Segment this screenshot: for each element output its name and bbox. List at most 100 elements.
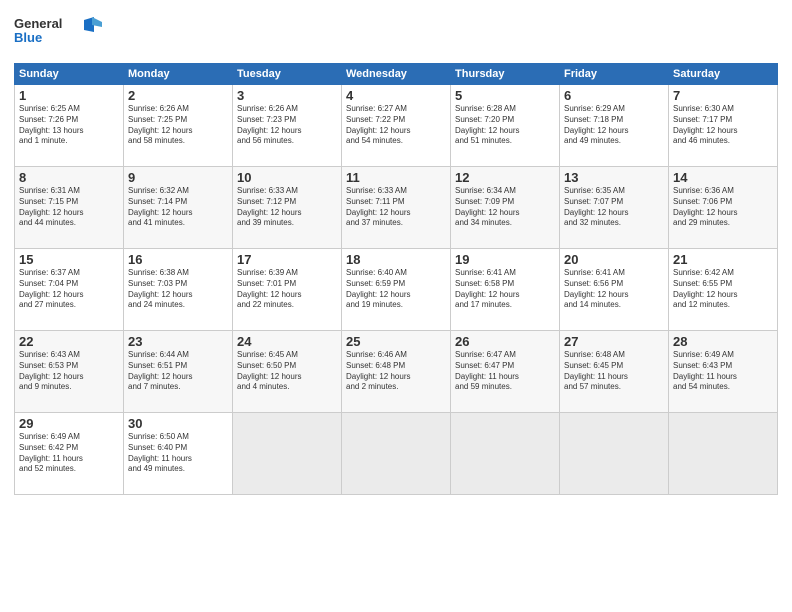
week-row-4: 22Sunrise: 6:43 AM Sunset: 6:53 PM Dayli… xyxy=(15,331,778,413)
day-cell xyxy=(233,413,342,495)
day-number: 15 xyxy=(19,252,119,267)
weekday-header-sunday: Sunday xyxy=(15,64,124,85)
day-cell xyxy=(669,413,778,495)
day-number: 18 xyxy=(346,252,446,267)
day-info: Sunrise: 6:47 AM Sunset: 6:47 PM Dayligh… xyxy=(455,350,555,393)
day-number: 17 xyxy=(237,252,337,267)
day-info: Sunrise: 6:46 AM Sunset: 6:48 PM Dayligh… xyxy=(346,350,446,393)
day-cell xyxy=(451,413,560,495)
header-row: General Blue xyxy=(14,12,778,57)
day-cell: 5Sunrise: 6:28 AM Sunset: 7:20 PM Daylig… xyxy=(451,85,560,167)
day-cell: 8Sunrise: 6:31 AM Sunset: 7:15 PM Daylig… xyxy=(15,167,124,249)
day-cell: 23Sunrise: 6:44 AM Sunset: 6:51 PM Dayli… xyxy=(124,331,233,413)
day-number: 26 xyxy=(455,334,555,349)
day-cell: 3Sunrise: 6:26 AM Sunset: 7:23 PM Daylig… xyxy=(233,85,342,167)
day-number: 19 xyxy=(455,252,555,267)
day-cell: 1Sunrise: 6:25 AM Sunset: 7:26 PM Daylig… xyxy=(15,85,124,167)
day-cell: 26Sunrise: 6:47 AM Sunset: 6:47 PM Dayli… xyxy=(451,331,560,413)
day-cell: 29Sunrise: 6:49 AM Sunset: 6:42 PM Dayli… xyxy=(15,413,124,495)
day-info: Sunrise: 6:42 AM Sunset: 6:55 PM Dayligh… xyxy=(673,268,773,311)
calendar-container: General Blue SundayMondayTuesdayWednesda… xyxy=(0,0,792,612)
day-number: 16 xyxy=(128,252,228,267)
day-info: Sunrise: 6:28 AM Sunset: 7:20 PM Dayligh… xyxy=(455,104,555,147)
day-number: 30 xyxy=(128,416,228,431)
logo: General Blue xyxy=(14,12,104,57)
day-info: Sunrise: 6:48 AM Sunset: 6:45 PM Dayligh… xyxy=(564,350,664,393)
day-cell: 21Sunrise: 6:42 AM Sunset: 6:55 PM Dayli… xyxy=(669,249,778,331)
day-info: Sunrise: 6:32 AM Sunset: 7:14 PM Dayligh… xyxy=(128,186,228,229)
weekday-header-friday: Friday xyxy=(560,64,669,85)
day-info: Sunrise: 6:25 AM Sunset: 7:26 PM Dayligh… xyxy=(19,104,119,147)
day-number: 21 xyxy=(673,252,773,267)
day-info: Sunrise: 6:38 AM Sunset: 7:03 PM Dayligh… xyxy=(128,268,228,311)
day-cell xyxy=(342,413,451,495)
week-row-1: 1Sunrise: 6:25 AM Sunset: 7:26 PM Daylig… xyxy=(15,85,778,167)
day-number: 12 xyxy=(455,170,555,185)
day-cell: 19Sunrise: 6:41 AM Sunset: 6:58 PM Dayli… xyxy=(451,249,560,331)
day-cell: 15Sunrise: 6:37 AM Sunset: 7:04 PM Dayli… xyxy=(15,249,124,331)
day-info: Sunrise: 6:29 AM Sunset: 7:18 PM Dayligh… xyxy=(564,104,664,147)
day-info: Sunrise: 6:36 AM Sunset: 7:06 PM Dayligh… xyxy=(673,186,773,229)
day-cell: 10Sunrise: 6:33 AM Sunset: 7:12 PM Dayli… xyxy=(233,167,342,249)
day-cell: 2Sunrise: 6:26 AM Sunset: 7:25 PM Daylig… xyxy=(124,85,233,167)
day-number: 13 xyxy=(564,170,664,185)
weekday-header-monday: Monday xyxy=(124,64,233,85)
day-info: Sunrise: 6:35 AM Sunset: 7:07 PM Dayligh… xyxy=(564,186,664,229)
day-cell xyxy=(560,413,669,495)
day-cell: 6Sunrise: 6:29 AM Sunset: 7:18 PM Daylig… xyxy=(560,85,669,167)
calendar-table: SundayMondayTuesdayWednesdayThursdayFrid… xyxy=(14,63,778,495)
day-number: 14 xyxy=(673,170,773,185)
day-number: 28 xyxy=(673,334,773,349)
day-cell: 13Sunrise: 6:35 AM Sunset: 7:07 PM Dayli… xyxy=(560,167,669,249)
day-number: 7 xyxy=(673,88,773,103)
day-cell: 14Sunrise: 6:36 AM Sunset: 7:06 PM Dayli… xyxy=(669,167,778,249)
weekday-header-wednesday: Wednesday xyxy=(342,64,451,85)
day-info: Sunrise: 6:33 AM Sunset: 7:12 PM Dayligh… xyxy=(237,186,337,229)
day-cell: 30Sunrise: 6:50 AM Sunset: 6:40 PM Dayli… xyxy=(124,413,233,495)
day-number: 23 xyxy=(128,334,228,349)
day-cell: 28Sunrise: 6:49 AM Sunset: 6:43 PM Dayli… xyxy=(669,331,778,413)
day-number: 6 xyxy=(564,88,664,103)
day-number: 27 xyxy=(564,334,664,349)
day-cell: 22Sunrise: 6:43 AM Sunset: 6:53 PM Dayli… xyxy=(15,331,124,413)
week-row-3: 15Sunrise: 6:37 AM Sunset: 7:04 PM Dayli… xyxy=(15,249,778,331)
day-cell: 27Sunrise: 6:48 AM Sunset: 6:45 PM Dayli… xyxy=(560,331,669,413)
day-number: 8 xyxy=(19,170,119,185)
day-number: 4 xyxy=(346,88,446,103)
day-cell: 16Sunrise: 6:38 AM Sunset: 7:03 PM Dayli… xyxy=(124,249,233,331)
day-info: Sunrise: 6:44 AM Sunset: 6:51 PM Dayligh… xyxy=(128,350,228,393)
day-number: 10 xyxy=(237,170,337,185)
day-number: 1 xyxy=(19,88,119,103)
day-cell: 24Sunrise: 6:45 AM Sunset: 6:50 PM Dayli… xyxy=(233,331,342,413)
week-row-2: 8Sunrise: 6:31 AM Sunset: 7:15 PM Daylig… xyxy=(15,167,778,249)
day-cell: 20Sunrise: 6:41 AM Sunset: 6:56 PM Dayli… xyxy=(560,249,669,331)
day-info: Sunrise: 6:37 AM Sunset: 7:04 PM Dayligh… xyxy=(19,268,119,311)
day-info: Sunrise: 6:49 AM Sunset: 6:43 PM Dayligh… xyxy=(673,350,773,393)
day-info: Sunrise: 6:31 AM Sunset: 7:15 PM Dayligh… xyxy=(19,186,119,229)
weekday-header-tuesday: Tuesday xyxy=(233,64,342,85)
day-info: Sunrise: 6:33 AM Sunset: 7:11 PM Dayligh… xyxy=(346,186,446,229)
weekday-header-row: SundayMondayTuesdayWednesdayThursdayFrid… xyxy=(15,64,778,85)
svg-text:General: General xyxy=(14,16,62,31)
day-cell: 4Sunrise: 6:27 AM Sunset: 7:22 PM Daylig… xyxy=(342,85,451,167)
logo-area: General Blue xyxy=(14,12,104,57)
day-info: Sunrise: 6:40 AM Sunset: 6:59 PM Dayligh… xyxy=(346,268,446,311)
day-number: 29 xyxy=(19,416,119,431)
day-info: Sunrise: 6:27 AM Sunset: 7:22 PM Dayligh… xyxy=(346,104,446,147)
svg-text:Blue: Blue xyxy=(14,30,42,45)
day-number: 5 xyxy=(455,88,555,103)
day-info: Sunrise: 6:41 AM Sunset: 6:56 PM Dayligh… xyxy=(564,268,664,311)
weekday-header-thursday: Thursday xyxy=(451,64,560,85)
day-info: Sunrise: 6:34 AM Sunset: 7:09 PM Dayligh… xyxy=(455,186,555,229)
day-info: Sunrise: 6:26 AM Sunset: 7:23 PM Dayligh… xyxy=(237,104,337,147)
day-info: Sunrise: 6:39 AM Sunset: 7:01 PM Dayligh… xyxy=(237,268,337,311)
day-cell: 18Sunrise: 6:40 AM Sunset: 6:59 PM Dayli… xyxy=(342,249,451,331)
day-cell: 17Sunrise: 6:39 AM Sunset: 7:01 PM Dayli… xyxy=(233,249,342,331)
day-cell: 11Sunrise: 6:33 AM Sunset: 7:11 PM Dayli… xyxy=(342,167,451,249)
day-info: Sunrise: 6:50 AM Sunset: 6:40 PM Dayligh… xyxy=(128,432,228,475)
day-number: 3 xyxy=(237,88,337,103)
day-number: 25 xyxy=(346,334,446,349)
day-info: Sunrise: 6:30 AM Sunset: 7:17 PM Dayligh… xyxy=(673,104,773,147)
day-number: 2 xyxy=(128,88,228,103)
day-info: Sunrise: 6:26 AM Sunset: 7:25 PM Dayligh… xyxy=(128,104,228,147)
